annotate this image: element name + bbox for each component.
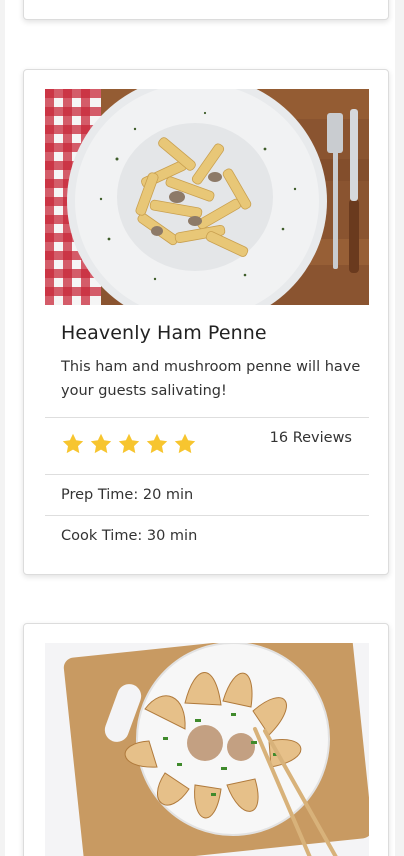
recipe-description: This ham and mushroom penne will have yo… — [61, 359, 361, 399]
divider — [45, 474, 369, 475]
recipe-card-next[interactable] — [23, 623, 389, 856]
recipe-image[interactable] — [45, 89, 369, 305]
recipe-card-previous[interactable] — [23, 0, 389, 20]
recipe-card[interactable]: Heavenly Ham Penne This ham and mushroom… — [23, 69, 389, 575]
page-viewport: Heavenly Ham Penne This ham and mushroom… — [5, 0, 395, 856]
star-icon — [146, 433, 168, 454]
divider — [45, 417, 369, 418]
divider — [45, 515, 369, 516]
star-icon — [62, 433, 84, 454]
recipe-title[interactable]: Heavenly Ham Penne — [61, 322, 267, 344]
star-icon — [90, 433, 112, 454]
reviews-count[interactable]: 16 Reviews — [270, 430, 352, 446]
star-icon — [174, 433, 196, 454]
rating-stars — [61, 432, 197, 456]
cook-time: Cook Time: 30 min — [61, 528, 198, 544]
recipe-image[interactable] — [45, 643, 369, 856]
prep-time: Prep Time: 20 min — [61, 487, 194, 503]
star-icon — [118, 433, 140, 454]
